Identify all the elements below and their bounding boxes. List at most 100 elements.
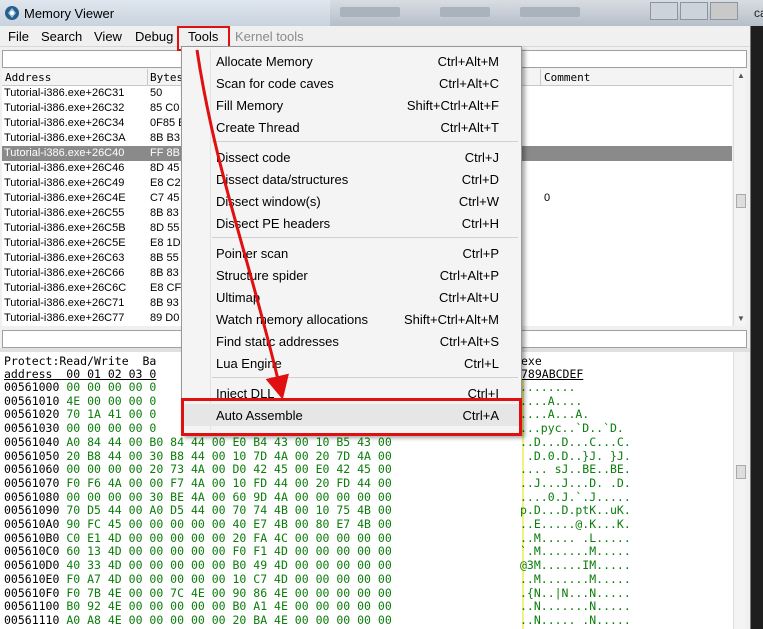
hex-row-address: 00561090 [4,503,60,518]
minimize-icon[interactable] [650,2,678,20]
column-separator[interactable] [147,69,148,85]
row-address: Tutorial-i386.exe+26C63 [4,252,125,264]
menu-item-shortcut: Ctrl+L [463,356,499,371]
hex-row[interactable]: 00561080 00 00 00 00 30 BE 4A 00 60 9D 4… [4,489,631,504]
hex-row[interactable]: 00561060 00 00 00 00 20 73 4A 00 D0 42 4… [4,462,631,476]
menu-item-dissect-data-structures[interactable]: Dissect data/structures Ctrl+D [182,168,521,190]
menu-kernel-tools[interactable]: Kernel tools [235,29,304,44]
hex-row[interactable]: 005610C0 60 13 4D 00 00 00 00 00 F0 F1 4… [4,544,631,559]
hex-row[interactable]: 00561100 B0 92 4E 00 00 00 00 00 B0 A1 4… [4,599,631,613]
row-bytes: 8B 83 [150,207,179,219]
close-icon[interactable] [710,2,738,20]
row-address: Tutorial-i386.exe+26C77 [4,312,125,324]
scroll-down-icon[interactable]: ▼ [737,314,745,323]
hex-row[interactable]: 005610E0 F0 A7 4D 00 00 00 00 00 10 C7 4… [4,572,631,586]
menu-item-create-thread[interactable]: Create Thread Ctrl+Alt+T [182,116,521,138]
row-address: Tutorial-i386.exe+26C31 [4,87,125,99]
row-address: Tutorial-i386.exe+26C6C [4,282,127,294]
hex-row[interactable]: 005610F0 F0 7B 4E 00 00 7C 4E 00 90 86 4… [4,585,631,600]
hex-row-bytes: F0 F6 4A 00 00 F7 4A 00 10 FD 44 00 20 F… [66,475,392,490]
row-bytes: E8 C2 [150,177,181,189]
hex-row[interactable]: 00561000 00 00 00 00 0........ [4,380,575,394]
row-address: Tutorial-i386.exe+26C3A [4,132,126,144]
hex-scrollbar[interactable] [733,352,746,629]
scroll-up-icon[interactable]: ▲ [737,71,745,80]
menu-item-ultimap[interactable]: Ultimap Ctrl+Alt+U [182,286,521,308]
hex-row-address: 00561020 [4,407,60,422]
menu-item-pointer-scan[interactable]: Pointer scan Ctrl+P [182,242,521,264]
hex-row-address: 005610B0 [4,530,60,545]
hex-row[interactable]: 005610D0 40 33 4D 00 00 00 00 00 B0 49 4… [4,558,631,573]
hex-row-address: 00561030 [4,421,60,436]
row-address: Tutorial-i386.exe+26C71 [4,297,125,309]
scroll-thumb[interactable] [736,194,746,208]
menu-item-lua-engine[interactable]: Lua Engine Ctrl+L [182,352,521,374]
hex-row[interactable]: 00561030 00 00 00 00 0 ...pyc..`D..`D. [4,421,624,436]
menu-debug[interactable]: Debug [135,29,173,44]
column-bytes[interactable]: Bytes [150,71,183,84]
menu-item-label: Dissect PE headers [216,216,331,231]
hex-row[interactable]: 00561050 20 B8 44 00 30 B8 44 00 10 7D 4… [4,448,631,463]
hex-row[interactable]: 00561110 A0 A8 4E 00 00 00 00 00 20 BA 4… [4,613,631,627]
hex-row-bytes: 00 00 00 00 0 [66,380,157,394]
row-bytes: 8B 83 [150,267,179,279]
hex-row[interactable]: 005610B0 C0 E1 4D 00 00 00 00 00 20 FA 4… [4,530,631,545]
menu-item-label: Structure spider [216,268,308,283]
column-address[interactable]: Address [5,71,51,84]
column-separator[interactable] [540,69,541,85]
hex-row-ascii: ...pyc..`D..`D. [520,421,624,436]
hex-row-address: 005610F0 [4,585,60,600]
hex-row-ascii: p.D...D.ptK..uK. [520,503,631,518]
menu-item-scan-for-code-caves[interactable]: Scan for code caves Ctrl+Alt+C [182,72,521,94]
menu-item-label: Create Thread [216,120,300,135]
menu-item-shortcut: Ctrl+H [461,216,499,231]
menu-item-fill-memory[interactable]: Fill Memory Shift+Ctrl+Alt+F [182,94,521,116]
hex-row-address: 00561000 [4,380,60,394]
hex-row-ascii: ....0.J.`.J..... [520,489,631,504]
row-bytes: 8B 93 [150,297,179,309]
hex-row-ascii: .... sJ..BE..BE. [520,462,631,477]
row-address: Tutorial-i386.exe+26C66 [4,267,125,279]
disassembler-scrollbar[interactable]: ▲ ▼ [733,69,746,326]
maximize-icon[interactable] [680,2,708,20]
hex-row-bytes: 00 00 00 00 0 [66,421,157,436]
hex-row-ascii: ..J...J...D. .D. [520,475,631,490]
scroll-thumb[interactable] [736,465,746,479]
hex-row-address: 00561070 [4,475,60,490]
row-address: Tutorial-i386.exe+26C40 [4,147,125,159]
menu-item-watch-memory-allocations[interactable]: Watch memory allocations Shift+Ctrl+Alt+M [182,308,521,330]
hex-row[interactable]: 00561020 70 1A 41 00 0 ....A...A. [4,407,589,422]
menu-item-shortcut: Ctrl+Alt+C [439,76,499,91]
menu-item-dissect-code[interactable]: Dissect code Ctrl+J [182,146,521,168]
row-bytes: E8 1D [150,237,181,249]
menu-item-dissect-window-s[interactable]: Dissect window(s) Ctrl+W [182,190,521,212]
blurred-text [520,7,580,17]
hex-row[interactable]: 00561090 70 D5 44 00 A0 D5 44 00 70 74 4… [4,503,631,518]
column-comment[interactable]: Comment [544,71,590,84]
hex-row-bytes: 00 00 00 00 30 BE 4A 00 60 9D 4A 00 00 0… [66,489,392,504]
row-address: Tutorial-i386.exe+26C4E [4,192,126,204]
menu-item-label: Pointer scan [216,246,289,261]
hex-row[interactable]: 00561040 A0 84 44 00 B0 84 44 00 E0 B4 4… [4,435,631,449]
menu-file[interactable]: File [8,29,29,44]
hex-row[interactable]: 00561070 F0 F6 4A 00 00 F7 4A 00 10 FD 4… [4,475,631,490]
hex-row-bytes: 60 13 4D 00 00 00 00 00 F0 F1 4D 00 00 0… [66,544,392,559]
menu-item-label: Lua Engine [216,356,282,371]
hex-row-address: 005610D0 [4,558,60,573]
menu-item-find-static-addresses[interactable]: Find static addresses Ctrl+Alt+S [182,330,521,352]
hex-row-address: 00561050 [4,448,60,463]
menu-view[interactable]: View [94,29,122,44]
menu-item-structure-spider[interactable]: Structure spider Ctrl+Alt+P [182,264,521,286]
row-bytes: 8B 55 [150,252,179,264]
menu-item-dissect-pe-headers[interactable]: Dissect PE headers Ctrl+H [182,212,521,234]
menu-search[interactable]: Search [41,29,82,44]
hex-row[interactable]: 005610A0 90 FC 45 00 00 00 00 00 40 E7 4… [4,517,631,531]
hex-info-text: Protect:Read/Write Ba [4,354,157,368]
background-window-text: ca [754,6,763,20]
hex-row[interactable]: 00561010 4E 00 00 00 0 ....A.... [4,393,582,408]
menu-item-allocate-memory[interactable]: Allocate Memory Ctrl+Alt+M [182,50,521,72]
hex-row-ascii: .D.0.D..}J. }J. [520,448,631,463]
hex-row-bytes: 4E 00 00 00 0 [66,393,157,408]
menu-item-label: Find static addresses [216,334,339,349]
window-title: Memory Viewer [24,6,115,21]
